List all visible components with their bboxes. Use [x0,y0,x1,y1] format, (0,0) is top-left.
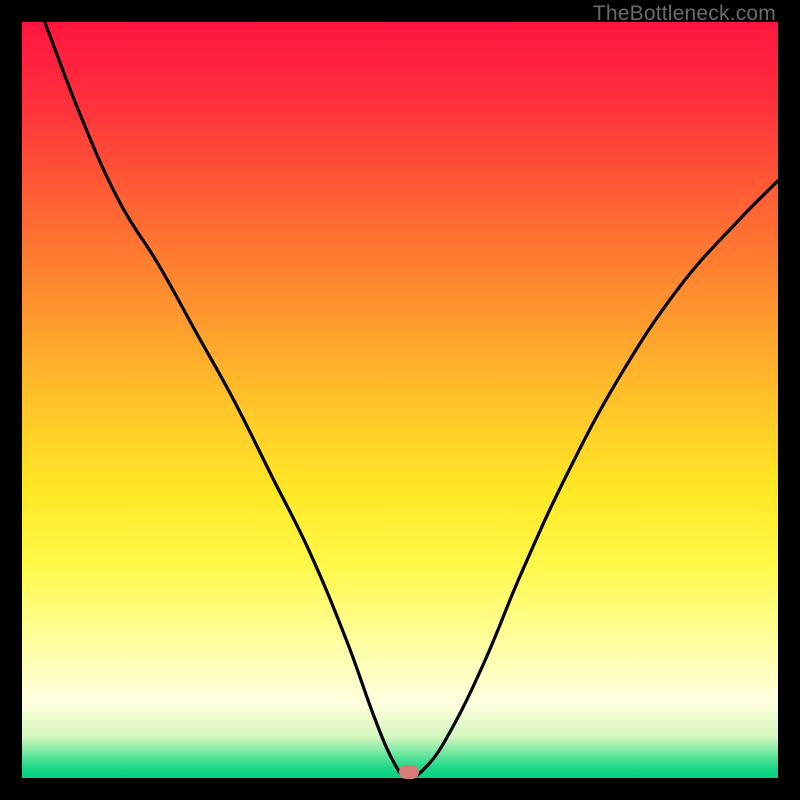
minimum-marker [399,765,419,779]
watermark-text: TheBottleneck.com [593,2,776,26]
gradient-background [22,22,778,778]
plot-frame [22,22,778,778]
gradient-chart [22,22,778,778]
